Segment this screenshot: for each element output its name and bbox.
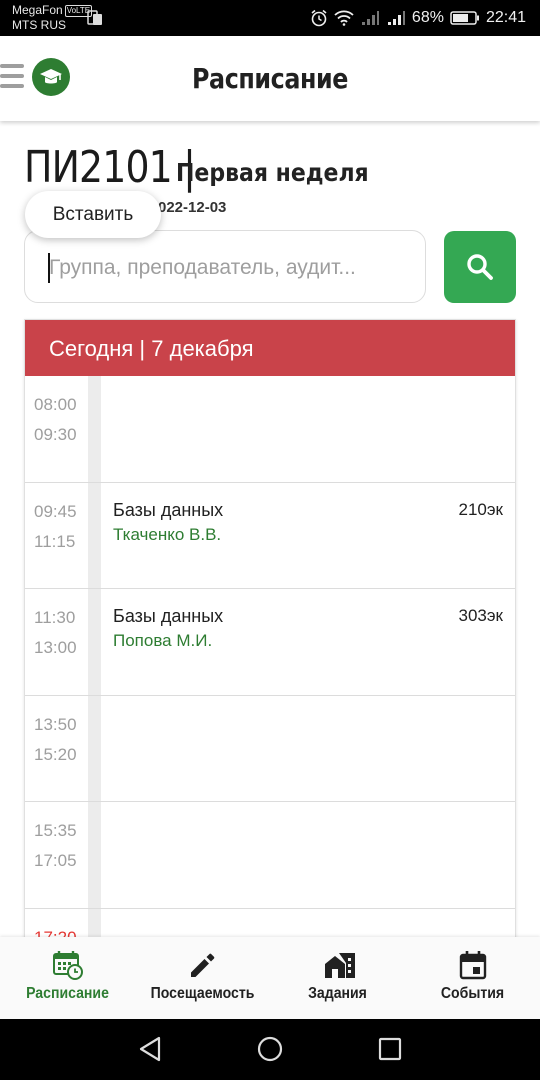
room-number[interactable]: 210эк	[459, 500, 503, 520]
slot-start-time: 08:00	[34, 395, 77, 414]
search-placeholder: Группа, преподаватель, аудит...	[49, 256, 356, 279]
nav-events[interactable]: События	[405, 937, 540, 1019]
system-navigation-bar	[0, 1019, 540, 1080]
teacher-name[interactable]: Попова М.И.	[113, 631, 212, 651]
home-circle-icon[interactable]	[256, 1035, 284, 1063]
slot-start-time: 13:50	[34, 714, 77, 734]
subject-name: Базы данных	[113, 606, 224, 626]
schedule-slot[interactable]: 08:00 09:30	[25, 376, 515, 483]
slot-end-time: 11:15	[34, 531, 76, 551]
time-column: 11:30 13:00	[25, 589, 88, 695]
search-button[interactable]	[444, 231, 516, 303]
status-bar: MegaFon VoLTE MTS RUS 68% 22:41	[0, 0, 540, 36]
slot-start-time: 15:35	[34, 821, 77, 840]
wifi-icon	[334, 10, 354, 26]
time-divider	[88, 802, 101, 908]
search-icon	[467, 254, 493, 280]
slot-end-time: 17:05	[34, 851, 77, 870]
nav-attendance[interactable]: Посещаемость	[135, 937, 270, 1019]
nav-label: Посещаемость	[150, 985, 255, 1002]
pencil-icon	[190, 953, 214, 977]
nav-label: Расписание	[26, 985, 109, 1002]
carrier-info: MegaFon VoLTE MTS RUS	[12, 3, 93, 33]
schedule-slot[interactable]: 09:45 11:15 Базы данных Ткаченко В.В. 21…	[25, 482, 515, 589]
paste-menu-item[interactable]: Вставить	[25, 191, 161, 238]
schedule-slot[interactable]: 13:50 15:20	[25, 695, 515, 802]
bottom-navigation: Расписание Посещаемость Задания События	[0, 937, 540, 1019]
time-column: 15:35 17:05	[25, 802, 88, 908]
slot-start-time: 11:30	[34, 608, 76, 627]
calendar-icon	[459, 951, 486, 980]
week-date-end: 022-12-03	[158, 199, 227, 216]
battery-percent: 68%	[411, 9, 444, 26]
group-name: ПИ2101 |	[24, 142, 196, 193]
slot-end-time: 13:00	[34, 638, 77, 657]
day-schedule-card: Сегодня | 7 декабря 08:00 09:30 09:45 11…	[24, 319, 516, 959]
room-number[interactable]: 303эк	[459, 606, 503, 626]
slot-end-time: 09:30	[34, 425, 77, 444]
nav-tasks[interactable]: Задания	[270, 937, 405, 1019]
signal-icon-1	[361, 11, 379, 25]
day-header: Сегодня | 7 декабря	[25, 320, 515, 376]
carrier-name-1: MegaFon	[12, 3, 63, 17]
hamburger-menu-icon[interactable]	[0, 61, 26, 91]
back-triangle-icon[interactable]	[137, 1035, 165, 1063]
page-title: Расписание	[192, 62, 348, 95]
buildings-icon	[324, 953, 355, 978]
text-cursor	[48, 253, 50, 283]
week-name: Первая неделя	[176, 158, 369, 187]
time-column: 13:50 15:20	[25, 696, 88, 802]
status-icons: 68% 22:41	[310, 8, 526, 28]
schedule-rows: 08:00 09:30 09:45 11:15 Базы данных Ткач…	[25, 376, 515, 958]
clock: 22:41	[485, 9, 526, 26]
time-divider	[88, 589, 101, 695]
alarm-icon	[311, 9, 327, 27]
schedule-slot[interactable]: 15:35 17:05	[25, 802, 515, 909]
nav-label: События	[440, 985, 505, 1002]
slot-start-time: 09:45	[34, 501, 77, 521]
slot-end-time: 15:20	[34, 744, 77, 764]
recents-square-icon[interactable]	[376, 1035, 404, 1063]
app-bar: Расписание	[0, 36, 540, 121]
schedule-slot[interactable]: 11:30 13:00 Базы данных Попова М.И. 303э…	[25, 589, 515, 696]
time-column: 08:00 09:30	[25, 376, 88, 482]
signal-icon-2	[387, 11, 405, 25]
time-divider	[88, 695, 101, 801]
search-input[interactable]: Группа, преподаватель, аудит...	[24, 230, 426, 303]
time-divider	[88, 482, 101, 588]
time-column: 09:45 11:15	[25, 483, 88, 589]
teacher-name[interactable]: Ткаченко В.В.	[113, 525, 221, 545]
battery-icon	[450, 11, 479, 25]
group-heading: ПИ2101 | Первая неделя	[24, 142, 369, 193]
nav-schedule[interactable]: Расписание	[0, 937, 135, 1019]
subject-name: Базы данных	[113, 499, 224, 520]
carrier-name-2: MTS RUS	[12, 18, 66, 32]
nav-label: Задания	[308, 985, 367, 1002]
sim-card-icon	[87, 10, 102, 25]
time-divider	[88, 376, 101, 482]
calendar-clock-icon	[52, 951, 83, 980]
